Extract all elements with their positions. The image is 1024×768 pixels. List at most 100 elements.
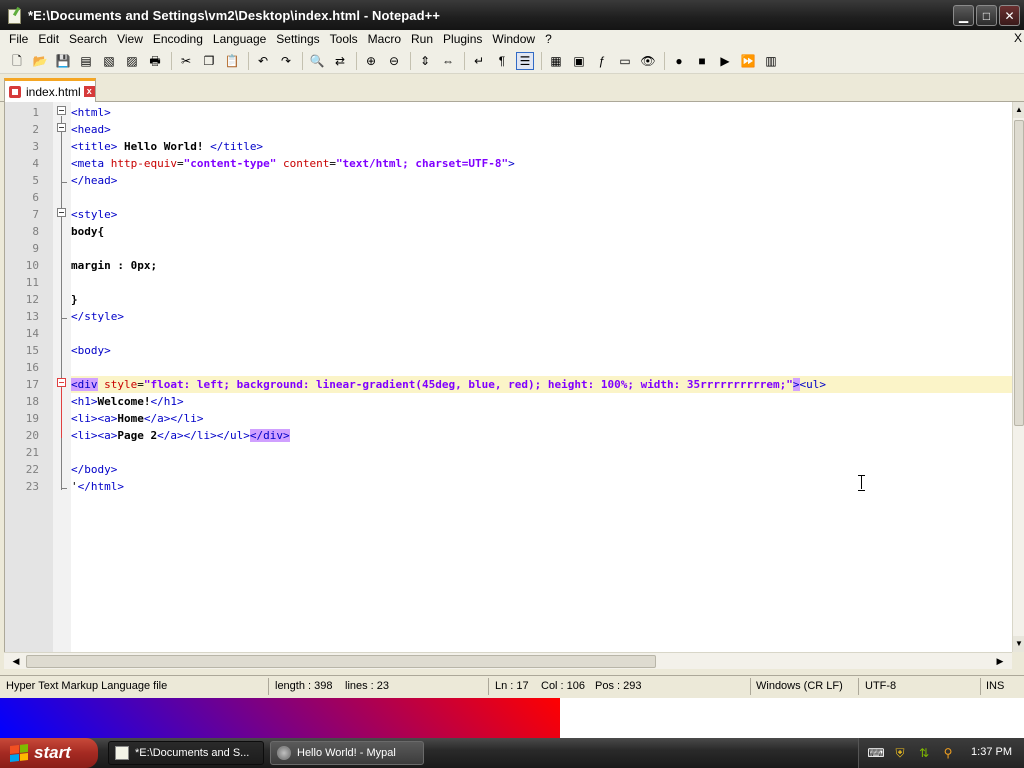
udl-icon[interactable]: ▦ (547, 52, 565, 70)
undo-icon[interactable]: ↶ (254, 52, 272, 70)
code-line[interactable] (71, 444, 1013, 461)
copy-icon[interactable]: ❐ (200, 52, 218, 70)
sync-horizontal-icon[interactable]: ⇔ (439, 52, 457, 70)
code-line[interactable]: <head> (71, 121, 1013, 138)
menu-tools[interactable]: Tools (325, 32, 363, 46)
menu-help[interactable]: ? (540, 32, 557, 46)
search-icon[interactable]: ⚲ (941, 746, 955, 760)
monitoring-icon[interactable]: 👁 (639, 52, 657, 70)
vertical-scroll-thumb[interactable] (1014, 120, 1024, 426)
code-line[interactable] (71, 274, 1013, 291)
fold-div-icon[interactable] (57, 378, 66, 387)
code-line[interactable]: <body> (71, 342, 1013, 359)
menu-search[interactable]: Search (64, 32, 112, 46)
find-icon[interactable]: 🔍 (308, 52, 326, 70)
close-all-icon[interactable]: ▨ (123, 52, 141, 70)
function-list-icon[interactable]: ƒ (593, 52, 611, 70)
code-line[interactable]: <h1>Welcome!</h1> (71, 393, 1013, 410)
menu-settings[interactable]: Settings (271, 32, 324, 46)
folder-workspace-icon[interactable]: ▭ (616, 52, 634, 70)
code-line[interactable]: </style> (71, 308, 1013, 325)
scroll-right-icon[interactable]: ▶ (992, 653, 1008, 669)
fold-margin[interactable] (53, 102, 71, 652)
close-icon[interactable]: ▧ (100, 52, 118, 70)
scroll-left-icon[interactable]: ◀ (8, 653, 24, 669)
menu-language[interactable]: Language (208, 32, 271, 46)
stop-macro-icon[interactable]: ■ (693, 52, 711, 70)
taskbar-item-mypal[interactable]: Hello World! - Mypal (270, 741, 424, 765)
status-encoding[interactable]: UTF-8 (865, 680, 896, 692)
word-wrap-icon[interactable]: ↵ (470, 52, 488, 70)
clock[interactable]: 1:37 PM (971, 746, 1012, 758)
code-line[interactable] (71, 240, 1013, 257)
tab-close-icon[interactable]: x (83, 86, 95, 97)
save-macro-icon[interactable]: ▥ (762, 52, 780, 70)
menu-run[interactable]: Run (406, 32, 438, 46)
fold-html-icon[interactable] (57, 106, 66, 115)
play-macro-icon[interactable]: ▶ (716, 52, 734, 70)
new-file-icon[interactable]: 🗋 (8, 52, 26, 70)
horizontal-scrollbar[interactable]: ◀ ▶ (4, 652, 1012, 669)
security-shield-icon[interactable]: ⛨ (893, 746, 907, 760)
run-macro-multiple-icon[interactable]: ⏩ (739, 52, 757, 70)
menu-window[interactable]: Window (487, 32, 540, 46)
code-line[interactable]: } (71, 291, 1013, 308)
code-area[interactable]: <html> <head> <title> Hello World! </title… (71, 102, 1013, 652)
code-line[interactable]: <li><a>Page 2</a></li></ul></div> (71, 427, 1013, 444)
start-button[interactable]: start (0, 738, 98, 768)
notepadpp-app-icon[interactable] (6, 7, 22, 24)
code-line[interactable]: margin : 0px; (71, 257, 1013, 274)
record-macro-icon[interactable]: ● (670, 52, 688, 70)
network-icon[interactable]: ⇅ (917, 746, 931, 760)
paste-icon[interactable]: 📋 (223, 52, 241, 70)
show-all-chars-icon[interactable]: ¶ (493, 52, 511, 70)
open-file-icon[interactable]: 📂 (31, 52, 49, 70)
code-line[interactable]: <style> (71, 206, 1013, 223)
replace-icon[interactable]: ⇄ (331, 52, 349, 70)
print-icon[interactable]: 🖶 (146, 52, 164, 70)
menu-view[interactable]: View (112, 32, 148, 46)
menu-plugins[interactable]: Plugins (438, 32, 487, 46)
horizontal-scroll-thumb[interactable] (26, 655, 656, 668)
code-line[interactable] (71, 189, 1013, 206)
fold-style-icon[interactable] (57, 208, 66, 217)
code-line[interactable]: <title> Hello World! </title> (71, 138, 1013, 155)
status-eol[interactable]: Windows (CR LF) (756, 680, 843, 692)
minimize-button[interactable]: ▁ (953, 5, 974, 26)
code-line[interactable] (71, 359, 1013, 376)
editor[interactable]: 1 2 3 4 5 6 7 8 9 10 11 12 13 14 15 16 17 18 19 20 21 22 23 <h… (4, 102, 1013, 652)
code-line[interactable]: <div style="float: left; background: lin… (71, 376, 1013, 393)
status-insert-mode[interactable]: INS (986, 680, 1004, 692)
close-button[interactable]: ✕ (999, 5, 1020, 26)
sync-vertical-icon[interactable]: ⇕ (416, 52, 434, 70)
code-line[interactable]: '</html> (71, 478, 1013, 495)
menu-macro[interactable]: Macro (363, 32, 406, 46)
menu-edit[interactable]: Edit (33, 32, 64, 46)
vertical-scrollbar[interactable]: ▲ ▼ (1012, 102, 1024, 652)
menu-file[interactable]: File (4, 32, 33, 46)
code-line[interactable] (71, 325, 1013, 342)
fold-head-icon[interactable] (57, 123, 66, 132)
redo-icon[interactable]: ↷ (277, 52, 295, 70)
code-line[interactable]: body{ (71, 223, 1013, 240)
zoom-out-icon[interactable]: ⊖ (385, 52, 403, 70)
menu-encoding[interactable]: Encoding (148, 32, 208, 46)
zoom-in-icon[interactable]: ⊕ (362, 52, 380, 70)
keyboard-icon[interactable]: ⌨ (867, 746, 884, 760)
doc-map-icon[interactable]: ▣ (570, 52, 588, 70)
code-line[interactable]: </head> (71, 172, 1013, 189)
code-line[interactable]: </body> (71, 461, 1013, 478)
save-all-icon[interactable]: ▤ (77, 52, 95, 70)
code-line[interactable]: <li><a>Home</a></li> (71, 410, 1013, 427)
scroll-up-icon[interactable]: ▲ (1013, 102, 1024, 118)
cut-icon[interactable]: ✂ (177, 52, 195, 70)
save-icon[interactable]: 💾 (54, 52, 72, 70)
code-line[interactable]: <meta http-equiv="content-type" content=… (71, 155, 1013, 172)
taskbar-item-notepadpp[interactable]: *E:\Documents and S... (108, 741, 264, 765)
maximize-button[interactable]: □ (976, 5, 997, 26)
code-line[interactable]: <html> (71, 104, 1013, 121)
title-bar[interactable]: *E:\Documents and Settings\vm2\Desktop\i… (0, 0, 1024, 30)
tab-index-html[interactable]: index.html x (4, 78, 96, 102)
indent-guide-icon[interactable]: ☰ (516, 51, 534, 70)
menu-close-doc-button[interactable]: X (1014, 31, 1022, 45)
